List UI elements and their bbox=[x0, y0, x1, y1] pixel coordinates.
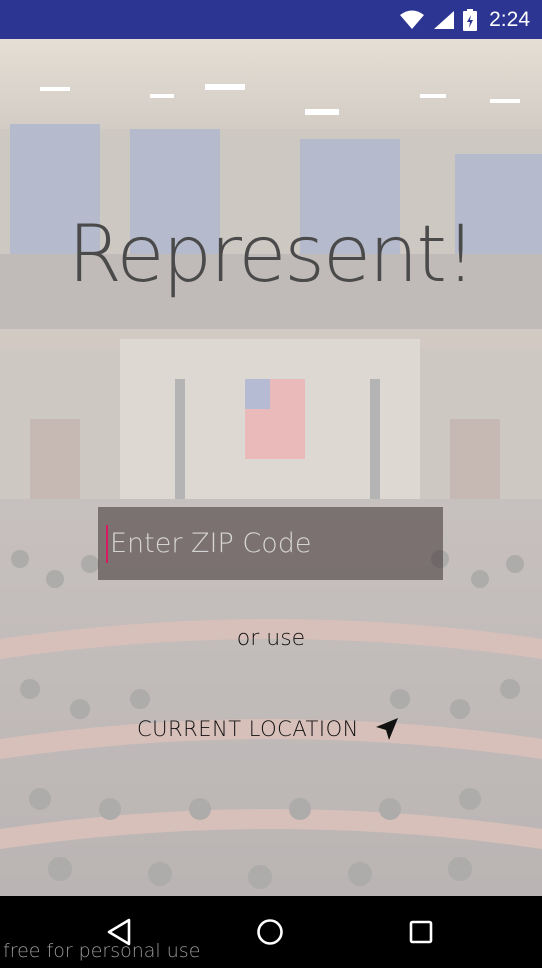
home-circle-icon bbox=[257, 919, 283, 945]
zip-code-input[interactable] bbox=[108, 512, 443, 575]
current-location-label: CURRENT LOCATION bbox=[137, 717, 359, 741]
battery-icon bbox=[463, 8, 478, 31]
current-location-button[interactable]: CURRENT LOCATION bbox=[130, 705, 410, 753]
home-button[interactable] bbox=[240, 910, 300, 954]
status-clock: 2:24 bbox=[489, 7, 530, 31]
background-overlay bbox=[0, 39, 542, 896]
navigation-arrow-icon bbox=[375, 717, 399, 741]
phone-screen: 2:24 Represent! Enter ZIP Code or use CU… bbox=[0, 0, 542, 968]
watermark-text: free for personal use bbox=[3, 940, 201, 962]
cell-signal-icon bbox=[433, 10, 455, 30]
app-title: Represent! bbox=[67, 210, 476, 300]
zip-code-field[interactable] bbox=[98, 507, 443, 580]
wifi-icon bbox=[399, 10, 425, 30]
main-content bbox=[0, 39, 542, 896]
recents-button[interactable] bbox=[391, 910, 451, 954]
recents-square-icon bbox=[409, 920, 433, 944]
or-use-label: or use bbox=[236, 626, 306, 651]
status-bar: 2:24 bbox=[0, 0, 542, 39]
